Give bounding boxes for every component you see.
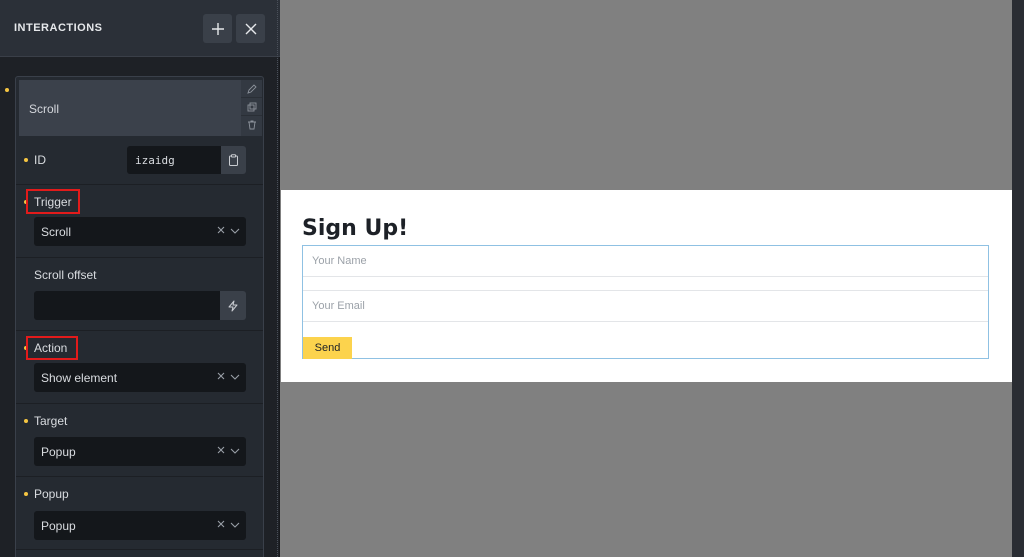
right-sidebar-strip	[1012, 0, 1024, 557]
target-value: Popup	[41, 445, 76, 459]
trigger-select[interactable]: Scroll	[34, 217, 246, 246]
id-input[interactable]: izaidg	[127, 146, 221, 174]
close-icon	[245, 23, 256, 34]
trigger-highlight-box	[26, 189, 80, 214]
id-dot	[24, 158, 28, 162]
interaction-header-label: Scroll	[29, 102, 60, 116]
chevron-down-icon	[230, 520, 240, 530]
edit-interaction-button[interactable]	[241, 80, 262, 98]
popup-label: Popup	[34, 487, 69, 501]
trigger-value: Scroll	[41, 225, 72, 239]
action-value: Show element	[41, 371, 118, 385]
chevron-down-icon	[230, 372, 240, 382]
action-select[interactable]: Show element	[34, 363, 246, 392]
form-spacer	[303, 277, 988, 291]
interaction-status-dot	[5, 88, 9, 92]
scroll-offset-input[interactable]	[34, 291, 220, 320]
copy-icon	[247, 102, 256, 111]
target-field: Target Popup	[16, 404, 263, 477]
panel-header: INTERACTIONS	[0, 0, 280, 57]
clear-icon[interactable]	[216, 445, 226, 455]
plus-icon	[211, 22, 224, 35]
dynamic-data-button[interactable]	[220, 291, 246, 320]
interaction-header[interactable]: Scroll	[19, 80, 241, 136]
target-dot	[24, 419, 28, 423]
signup-form: Send	[302, 245, 989, 359]
clear-icon[interactable]	[216, 225, 226, 235]
clear-icon[interactable]	[216, 371, 226, 381]
name-input[interactable]	[303, 246, 988, 276]
popup-field: Popup Popup	[16, 477, 263, 550]
popup-dot	[24, 492, 28, 496]
send-button[interactable]: Send	[303, 337, 352, 359]
pencil-icon	[246, 83, 257, 94]
delete-interaction-button[interactable]	[241, 116, 262, 134]
form-title: Sign Up!	[302, 216, 409, 241]
target-label: Target	[34, 414, 68, 428]
interaction-tools	[241, 80, 262, 136]
interaction-card: Scroll ID izaidg Trigger Scroll Scroll o…	[15, 76, 264, 557]
interactions-panel: INTERACTIONS Scroll ID izaidg Trigger Sc…	[0, 0, 280, 557]
email-input[interactable]	[303, 291, 988, 321]
name-field	[303, 246, 988, 277]
chevron-down-icon	[230, 226, 240, 236]
popup-value: Popup	[41, 519, 76, 533]
close-panel-button[interactable]	[236, 14, 265, 43]
chevron-down-icon	[230, 446, 240, 456]
popup-preview: Sign Up! Send	[281, 190, 1012, 382]
panel-title: INTERACTIONS	[14, 22, 103, 34]
trash-icon	[247, 120, 256, 130]
id-label: ID	[34, 153, 46, 167]
target-select[interactable]: Popup	[34, 437, 246, 466]
scroll-offset-label: Scroll offset	[34, 268, 97, 282]
copy-id-button[interactable]	[221, 146, 246, 174]
add-interaction-button[interactable]	[203, 14, 232, 43]
clipboard-icon	[229, 154, 238, 166]
duplicate-interaction-button[interactable]	[241, 98, 262, 116]
panel-scrollbar[interactable]	[277, 0, 280, 557]
popup-select[interactable]: Popup	[34, 511, 246, 540]
clear-icon[interactable]	[216, 519, 226, 529]
bolt-icon	[228, 300, 238, 311]
email-field	[303, 291, 988, 322]
action-highlight-box	[26, 336, 78, 360]
